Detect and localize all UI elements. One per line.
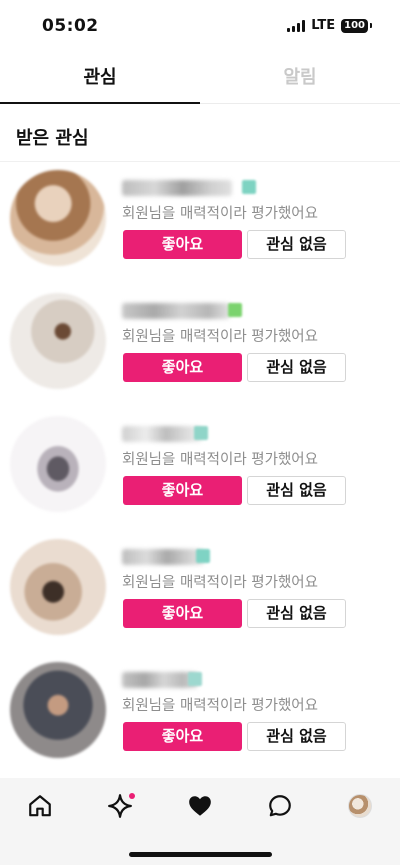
avatar[interactable] [10,539,106,635]
like-button[interactable]: 좋아요 [123,230,242,259]
like-button[interactable]: 좋아요 [123,599,242,628]
avatar[interactable] [10,293,106,389]
like-button[interactable]: 좋아요 [123,476,242,505]
name-blurred [122,180,232,196]
not-interested-button[interactable]: 관심 없음 [247,230,346,259]
network-type-label: LTE [311,18,336,33]
like-message: 회원님을 매력적이라 평가했어요 [122,575,318,591]
not-interested-button[interactable]: 관심 없음 [247,353,346,382]
avatar[interactable] [10,662,106,758]
like-button[interactable]: 좋아요 [123,353,242,382]
not-interested-button[interactable]: 관심 없음 [247,722,346,751]
badge-blurred [196,549,210,563]
status-time: 05:02 [42,16,99,36]
avatar[interactable] [10,170,106,266]
status-indicators: LTE 100 [287,18,372,33]
like-message: 회원님을 매력적이라 평가했어요 [122,329,318,345]
status-bar: 05:02 LTE 100 [0,0,400,54]
notification-dot [129,793,135,799]
heart-icon [189,796,211,816]
received-likes-list: 회원님을 매력적이라 평가했어요 좋아요 관심 없음 회원님을 매력적이라 평가… [0,166,400,781]
signal-strength-icon [287,19,306,32]
like-message: 회원님을 매력적이라 평가했어요 [122,452,318,468]
battery-icon: 100 [341,18,368,33]
name-blurred [122,426,202,442]
list-item[interactable]: 회원님을 매력적이라 평가했어요 좋아요 관심 없음 [0,412,400,535]
list-item[interactable]: 회원님을 매력적이라 평가했어요 좋아요 관심 없음 [0,166,400,289]
like-message: 회원님을 매력적이라 평가했어요 [122,698,318,714]
nav-discover[interactable] [106,792,135,820]
divider [0,161,400,162]
tab-interest[interactable]: 관심 [0,58,200,104]
tab-bar: 관심 알림 [0,58,400,104]
badge-blurred [188,672,202,686]
badge-blurred [228,303,242,317]
name-blurred [122,672,198,688]
battery-cap [370,23,372,28]
nav-profile[interactable] [346,792,374,820]
home-indicator [129,852,272,857]
avatar[interactable] [10,416,106,512]
badge-blurred [242,180,256,194]
profile-avatar-icon [348,794,372,818]
name-blurred [122,303,230,319]
not-interested-button[interactable]: 관심 없음 [247,476,346,505]
name-blurred [122,549,204,565]
home-icon [29,795,51,817]
chat-bubble-icon [269,795,291,817]
section-title: 받은 관심 [16,128,89,149]
list-item[interactable]: 회원님을 매력적이라 평가했어요 좋아요 관심 없음 [0,535,400,658]
nav-home[interactable] [26,792,54,820]
like-message: 회원님을 매력적이라 평가했어요 [122,206,318,222]
tab-notifications[interactable]: 알림 [200,58,400,103]
nav-chat[interactable] [266,792,294,820]
not-interested-button[interactable]: 관심 없음 [247,599,346,628]
badge-blurred [194,426,208,440]
list-item[interactable]: 회원님을 매력적이라 평가했어요 좋아요 관심 없음 [0,289,400,412]
nav-likes[interactable] [186,792,214,820]
like-button[interactable]: 좋아요 [123,722,242,751]
list-item[interactable]: 회원님을 매력적이라 평가했어요 좋아요 관심 없음 [0,658,400,781]
